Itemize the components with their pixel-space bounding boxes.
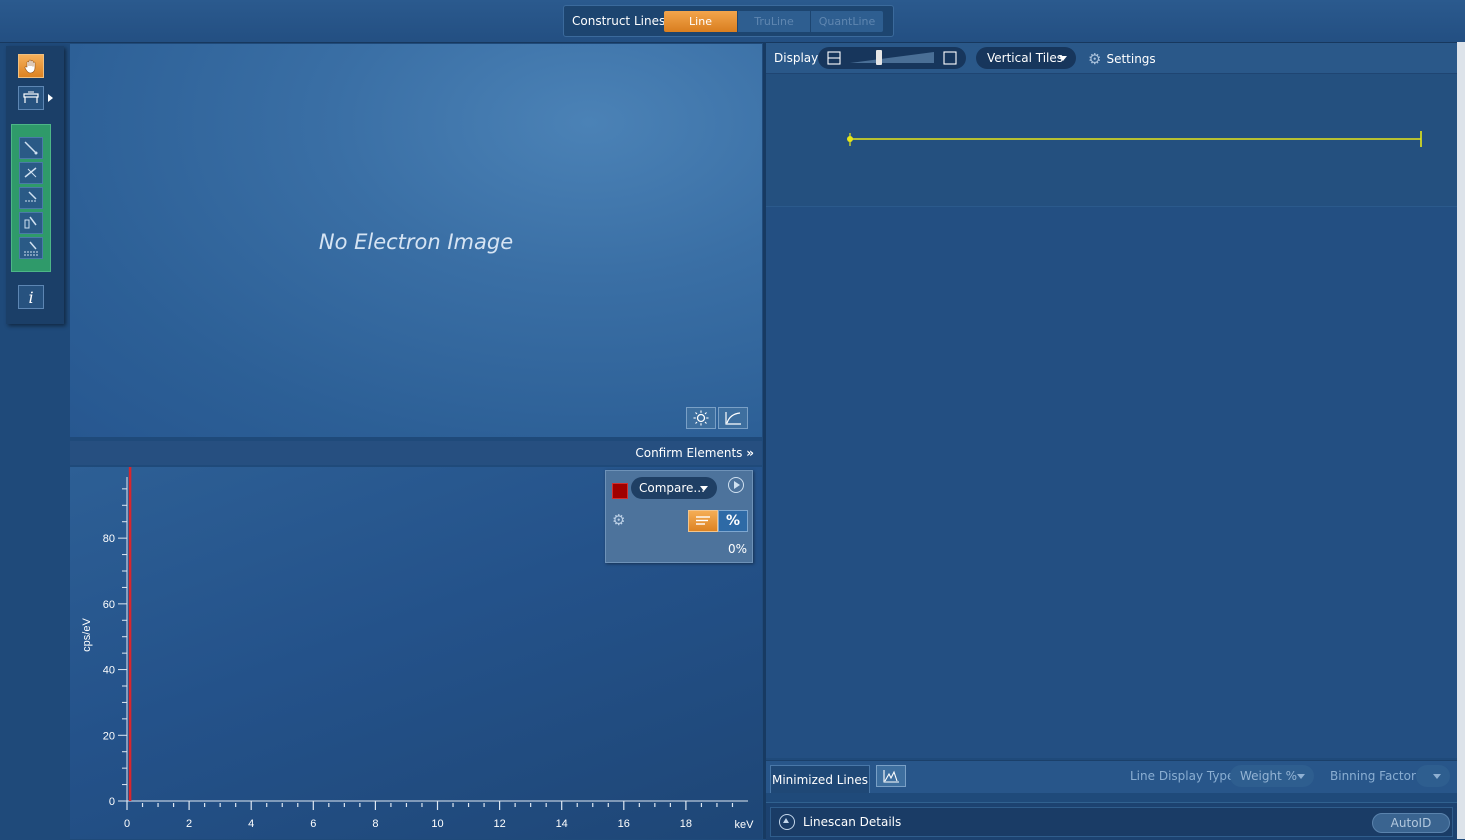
label-list-button[interactable] [688,510,718,532]
brightness-button[interactable] [686,407,716,429]
linescan-details-header[interactable]: Linescan Details AutoID [770,807,1453,837]
expand-up-icon[interactable] [779,814,795,830]
linescan-details-bar: Linescan Details AutoID [766,802,1457,840]
line-display-type-value: Weight % [1240,769,1298,783]
line-tool-button-2[interactable] [19,162,43,184]
hand-tool-button[interactable] [18,54,44,78]
play-icon[interactable] [728,477,744,493]
line-tool-button-4[interactable] [19,212,43,234]
binning-factor-label: Binning Factor: [1330,769,1420,783]
x-tick-label: 8 [372,818,378,830]
single-view-icon [943,51,957,65]
y-tick-label: 60 [103,599,115,611]
settings-label: Settings [1106,52,1156,66]
x-tick-label: 16 [618,818,630,830]
measure-tool-button[interactable] [18,86,44,110]
tile-size-slider[interactable] [818,47,966,69]
x-tick-label: 18 [680,818,692,830]
percent-value: 0% [727,542,747,556]
chart-icon [883,770,899,783]
electron-image-panel: No Electron Image [70,44,762,437]
confirm-elements-label: Confirm Elements [635,446,743,460]
slider-thumb [876,50,882,65]
curve-adjust-button[interactable] [718,407,748,429]
line-display-type-label: Line Display Type: [1130,769,1239,783]
line-tool-button-1[interactable] [19,137,43,159]
x-tick-label: 0 [124,818,130,830]
line-tool-button-5[interactable] [19,237,43,259]
mode-line-button[interactable]: Line [664,11,737,32]
line-tool-icon [24,241,38,256]
info-button[interactable]: i [18,285,44,309]
line-tool-icon [25,191,37,202]
construct-lines-label: Construct Lines [572,14,666,28]
x-tick-label: 12 [493,818,505,830]
no-image-placeholder: No Electron Image [318,230,514,254]
y-tick-label: 80 [103,533,115,545]
ruler-icon [23,91,39,103]
layout-dropdown[interactable]: Vertical Tiles [976,47,1076,69]
compare-dropdown-label: Compare... [639,481,705,495]
x-tick-label: 4 [248,818,254,830]
line-tool-icon [24,167,37,178]
display-toolbar: Display Vertical Tiles ⚙ Settings [766,43,1457,74]
brightness-icon [693,410,709,426]
compare-panel: Compare... ⚙ % 0% [605,470,753,563]
line-tool-button-3[interactable] [19,187,43,209]
tool-flyout-caret-icon[interactable] [48,94,53,102]
autoid-button[interactable]: AutoID [1372,813,1450,833]
y-axis-label: cps/eV [81,618,93,652]
linescan-line [847,131,1422,147]
x-axis-label: keV [735,819,755,831]
chevron-down-icon [1433,774,1441,779]
line-tile[interactable] [766,74,1457,207]
line-tool-icon [24,141,38,155]
gear-icon[interactable]: ⚙ [612,511,625,529]
linescan-details-label: Linescan Details [803,815,902,829]
y-tick-label: 20 [103,730,115,742]
y-tick-label: 40 [103,665,115,677]
confirm-elements-link[interactable]: Confirm Elements » [635,446,754,460]
line-tools-group [11,124,51,272]
top-bar: Construct Lines Line TruLine QuantLine [0,0,1465,43]
x-tick-label: 10 [431,818,443,830]
hand-icon [24,59,36,74]
x-tick-label: 2 [186,818,192,830]
x-tick-label: 14 [556,818,568,830]
y-tick-label: 0 [109,796,115,808]
double-chevron-right-icon: » [746,446,754,460]
chevron-down-icon [1297,774,1305,779]
chevron-down-icon [1059,56,1067,61]
info-icon: i [28,287,34,307]
tile-size-slider-graphic [827,50,957,65]
tool-palette: i [6,46,64,324]
tab-minimized-lines[interactable]: Minimized Lines [770,765,870,793]
construct-lines-group: Construct Lines Line TruLine QuantLine [563,5,894,37]
list-icon [696,516,710,525]
lines-bottom-bar: Minimized Lines Line Display Type: Weigh… [766,760,1457,793]
layout-dropdown-label: Vertical Tiles [987,51,1063,65]
gear-icon: ⚙ [1088,50,1102,68]
mode-quantline-button[interactable]: QuantLine [810,11,883,32]
spectrum-view-button[interactable] [876,765,906,787]
x-tick-label: 6 [310,818,316,830]
color-swatch[interactable] [612,483,628,499]
binning-factor-dropdown[interactable] [1416,765,1450,787]
settings-button[interactable]: ⚙ Settings [1088,50,1156,68]
linescan-area [766,74,1457,758]
line-display-type-dropdown[interactable]: Weight % [1230,765,1314,787]
percent-button[interactable]: % [718,510,748,532]
curve-icon [725,412,741,425]
window-edge [1457,42,1465,839]
display-label: Display [774,51,819,65]
compare-dropdown[interactable]: Compare... [631,477,717,499]
mode-truline-button[interactable]: TruLine [737,11,810,32]
spectrum-panel: cps/eV keV 0 20 40 60 80 0 2 4 6 8 10 12 14 16 18 Comp… [70,467,762,839]
chevron-down-icon [700,486,708,491]
confirm-elements-bar: Confirm Elements » [70,441,762,465]
line-tool-icon [24,216,37,229]
